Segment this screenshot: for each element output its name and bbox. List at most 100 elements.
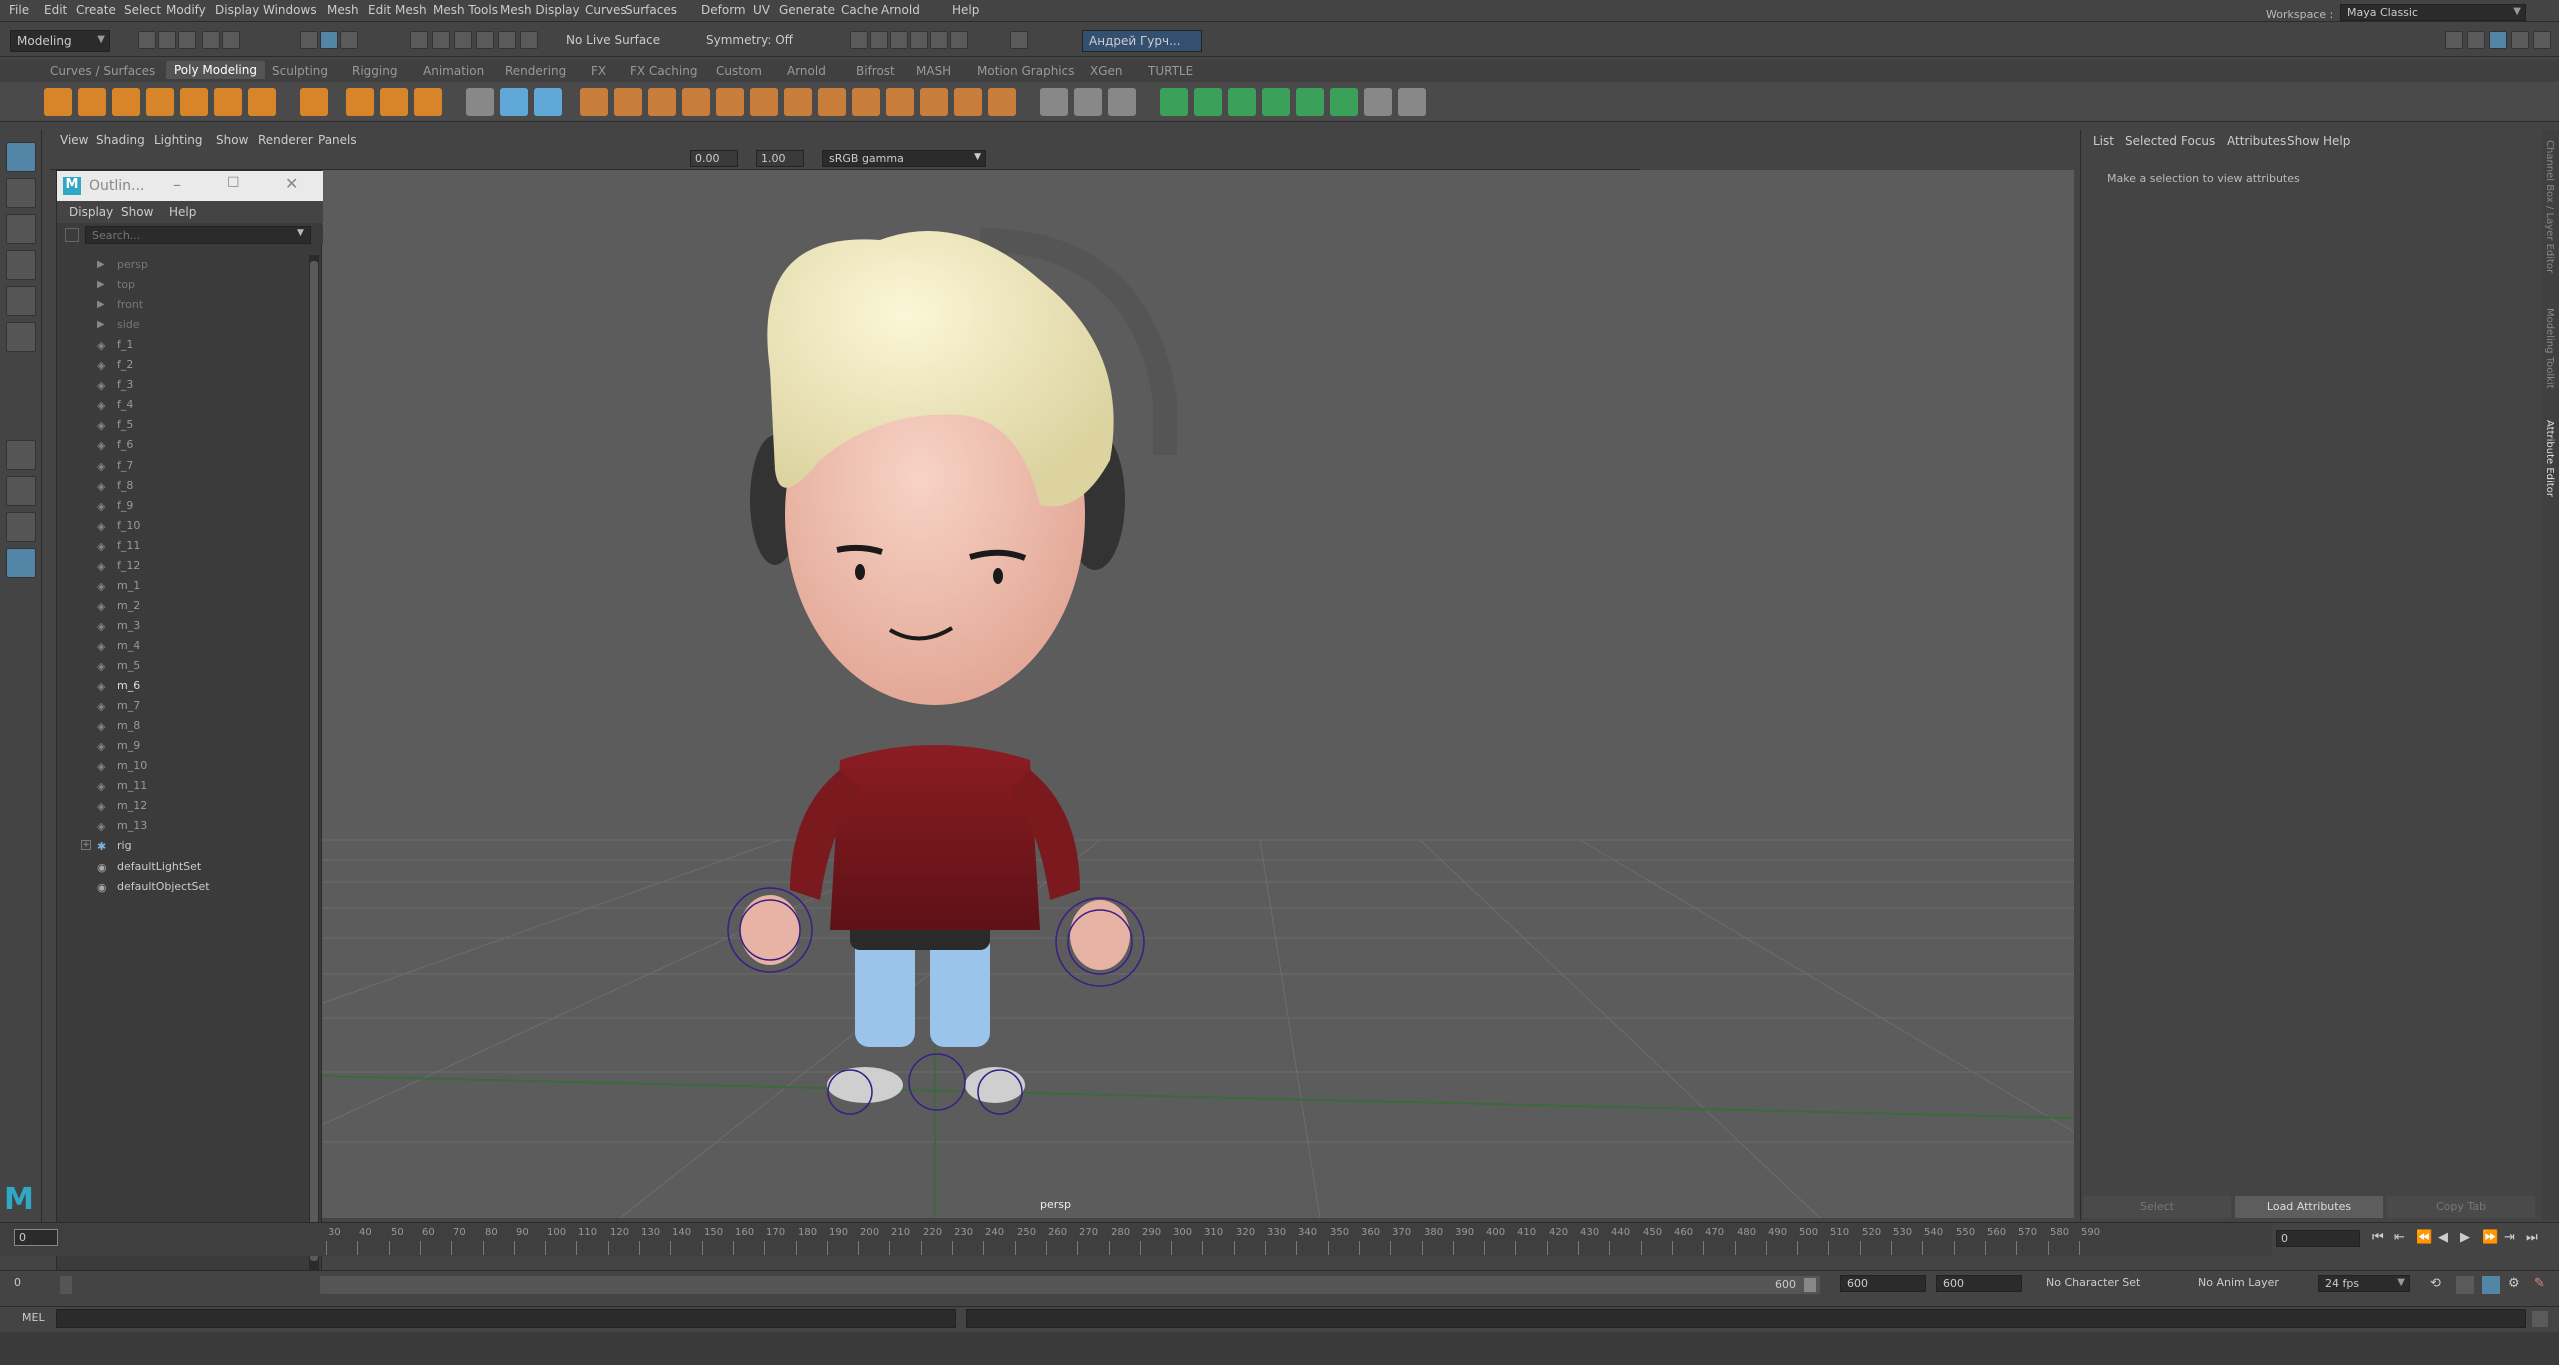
target-weld-icon[interactable]	[920, 88, 948, 116]
shelf-tab-rendering[interactable]: Rendering	[505, 64, 566, 78]
shelf-tab-sculpting[interactable]: Sculpting	[272, 64, 328, 78]
menu-edit[interactable]: Edit	[44, 3, 67, 17]
outliner-item-m-11[interactable]: ◈ m_11	[57, 776, 305, 796]
svg-tool-icon[interactable]	[414, 88, 442, 116]
outliner-persp-icon[interactable]	[6, 548, 36, 578]
copy-tab-button[interactable]: Copy Tab	[2387, 1196, 2535, 1218]
poly-sphere-icon[interactable]	[44, 88, 72, 116]
menu-mesh-display[interactable]: Mesh Display	[500, 3, 580, 17]
snap-together-icon[interactable]	[1330, 88, 1358, 116]
shelf-tab-mash[interactable]: MASH	[916, 64, 951, 78]
viewport-menu-show[interactable]: Show	[216, 133, 248, 147]
freeze-transform-icon[interactable]	[1228, 88, 1256, 116]
snap-point-icon[interactable]	[454, 31, 472, 49]
hypershade-icon[interactable]	[910, 31, 928, 49]
play-backward-icon[interactable]: ◀	[2438, 1230, 2448, 1245]
shelf-tab-bifrost[interactable]: Bifrost	[856, 64, 895, 78]
minimize-icon[interactable]: –	[173, 175, 181, 194]
shelf-tab-xgen[interactable]: XGen	[1090, 64, 1123, 78]
shelf-tab-motion-graphics[interactable]: Motion Graphics	[977, 64, 1075, 78]
expand-icon[interactable]: +	[81, 840, 91, 850]
viewport-menu-panels[interactable]: Panels	[318, 133, 357, 147]
outliner-search-input[interactable]	[85, 226, 311, 244]
menu-file[interactable]: File	[9, 3, 29, 17]
outliner-item-f-1[interactable]: ◈ f_1	[57, 335, 305, 355]
outliner-item-m-3[interactable]: ◈ m_3	[57, 616, 305, 636]
outliner-menu-show[interactable]: Show	[121, 205, 153, 219]
time-slider[interactable]: 30 40 50 60 70 80 90 100 110 120 130 140 150 160 170 18…	[320, 1222, 2272, 1256]
outliner-item-m-2[interactable]: ◈ m_2	[57, 596, 305, 616]
outliner-item-m-7[interactable]: ◈ m_7	[57, 696, 305, 716]
sound-icon[interactable]	[2482, 1276, 2500, 1294]
outliner-item-f-8[interactable]: ◈ f_8	[57, 476, 305, 496]
shelf-tab-fx[interactable]: FX	[591, 64, 606, 78]
auto-uv-icon[interactable]	[1108, 88, 1136, 116]
anim-layer-dropdown[interactable]: No Anim Layer	[2192, 1275, 2312, 1290]
range-slider[interactable]: 600	[320, 1276, 1820, 1294]
outliner-item-m-8[interactable]: ◈ m_8	[57, 716, 305, 736]
cache-icon[interactable]: ✎	[2534, 1276, 2545, 1291]
combine-icon[interactable]	[580, 88, 608, 116]
render-settings-icon[interactable]	[890, 31, 908, 49]
outliner-item-m-9[interactable]: ◈ m_9	[57, 736, 305, 756]
outliner-item-m-1[interactable]: ◈ m_1	[57, 576, 305, 596]
shelf-tab-arnold[interactable]: Arnold	[787, 64, 826, 78]
symmetry-dropdown[interactable]: Symmetry: Off	[700, 30, 810, 50]
super-shape-icon[interactable]	[346, 88, 374, 116]
layout-four-icon[interactable]	[2467, 31, 2485, 49]
current-time-field[interactable]: 0	[2276, 1230, 2360, 1247]
shelf-tab-animation[interactable]: Animation	[423, 64, 484, 78]
close-icon[interactable]: ✕	[285, 174, 298, 193]
ipr-render-icon[interactable]	[870, 31, 888, 49]
exposure-field[interactable]: 0.00	[690, 150, 738, 167]
outliner-item-f-3[interactable]: ◈ f_3	[57, 375, 305, 395]
render-setup-icon[interactable]	[930, 31, 948, 49]
outliner-item-f-4[interactable]: ◈ f_4	[57, 395, 305, 415]
move-tool-icon[interactable]	[6, 250, 36, 280]
select-button[interactable]: Select	[2083, 1196, 2231, 1218]
workspace-dropdown[interactable]: Maya Classic ▼	[2340, 4, 2526, 21]
go-to-start-icon[interactable]: ⏮	[2372, 1230, 2384, 1245]
outliner-item-m-6[interactable]: ◈ m_6	[57, 676, 305, 696]
outliner-item-f-12[interactable]: ◈ f_12	[57, 556, 305, 576]
auto-key-icon[interactable]	[2456, 1276, 2474, 1294]
uv-editor-icon[interactable]	[1040, 88, 1068, 116]
shelf-tab-fx-caching[interactable]: FX Caching	[630, 64, 697, 78]
sculpt-tool-icon[interactable]	[466, 88, 494, 116]
step-forward-frame-icon[interactable]: ⏩	[2482, 1230, 2498, 1245]
reset-transform-icon[interactable]	[1262, 88, 1290, 116]
outliner-item-defaultobjectset[interactable]: ◉ defaultObjectSet	[57, 877, 305, 897]
bevel-icon[interactable]	[818, 88, 846, 116]
viewport-menu-shading[interactable]: Shading	[96, 133, 145, 147]
shelf-tab-poly-modeling[interactable]: Poly Modeling	[166, 61, 265, 79]
menu-select[interactable]: Select	[124, 3, 161, 17]
pause-viewport-icon[interactable]	[1010, 31, 1028, 49]
match-transform-icon[interactable]	[1296, 88, 1324, 116]
anim-prefs-icon[interactable]: ⚙	[2508, 1276, 2520, 1291]
range-start-handle[interactable]	[60, 1276, 72, 1294]
menu-modify[interactable]: Modify	[166, 3, 206, 17]
four-view-icon[interactable]	[6, 476, 36, 506]
play-forward-icon[interactable]: ▶	[2460, 1230, 2470, 1245]
single-view-icon[interactable]	[6, 440, 36, 470]
scrollbar-thumb[interactable]	[310, 261, 318, 1261]
current-frame-field[interactable]: 0	[14, 1229, 58, 1246]
menu-uv[interactable]: UV	[753, 3, 770, 17]
fps-dropdown[interactable]: 24 fps ▼	[2318, 1275, 2410, 1292]
user-account-dropdown[interactable]: Андрей Гурч...	[1082, 30, 1202, 52]
attr-menu-list[interactable]: List	[2093, 134, 2114, 148]
outliner-item-m-13[interactable]: ◈ m_13	[57, 816, 305, 836]
menu-arnold[interactable]: Arnold	[881, 3, 920, 17]
extrude-icon[interactable]	[750, 88, 778, 116]
viewport-menu-lighting[interactable]: Lighting	[154, 133, 203, 147]
mirror-icon[interactable]	[716, 88, 744, 116]
relax-icon[interactable]	[1364, 88, 1392, 116]
lasso-tool-icon[interactable]	[6, 178, 36, 208]
layout-outliner-icon[interactable]	[2511, 31, 2529, 49]
select-hierarchy-icon[interactable]	[300, 31, 318, 49]
outliner-menu-help[interactable]: Help	[169, 205, 196, 219]
character-set-dropdown[interactable]: No Character Set	[2040, 1275, 2180, 1290]
scale-tool-icon[interactable]	[6, 322, 36, 352]
platonic-solid-icon[interactable]	[300, 88, 328, 116]
render-frame-icon[interactable]	[850, 31, 868, 49]
